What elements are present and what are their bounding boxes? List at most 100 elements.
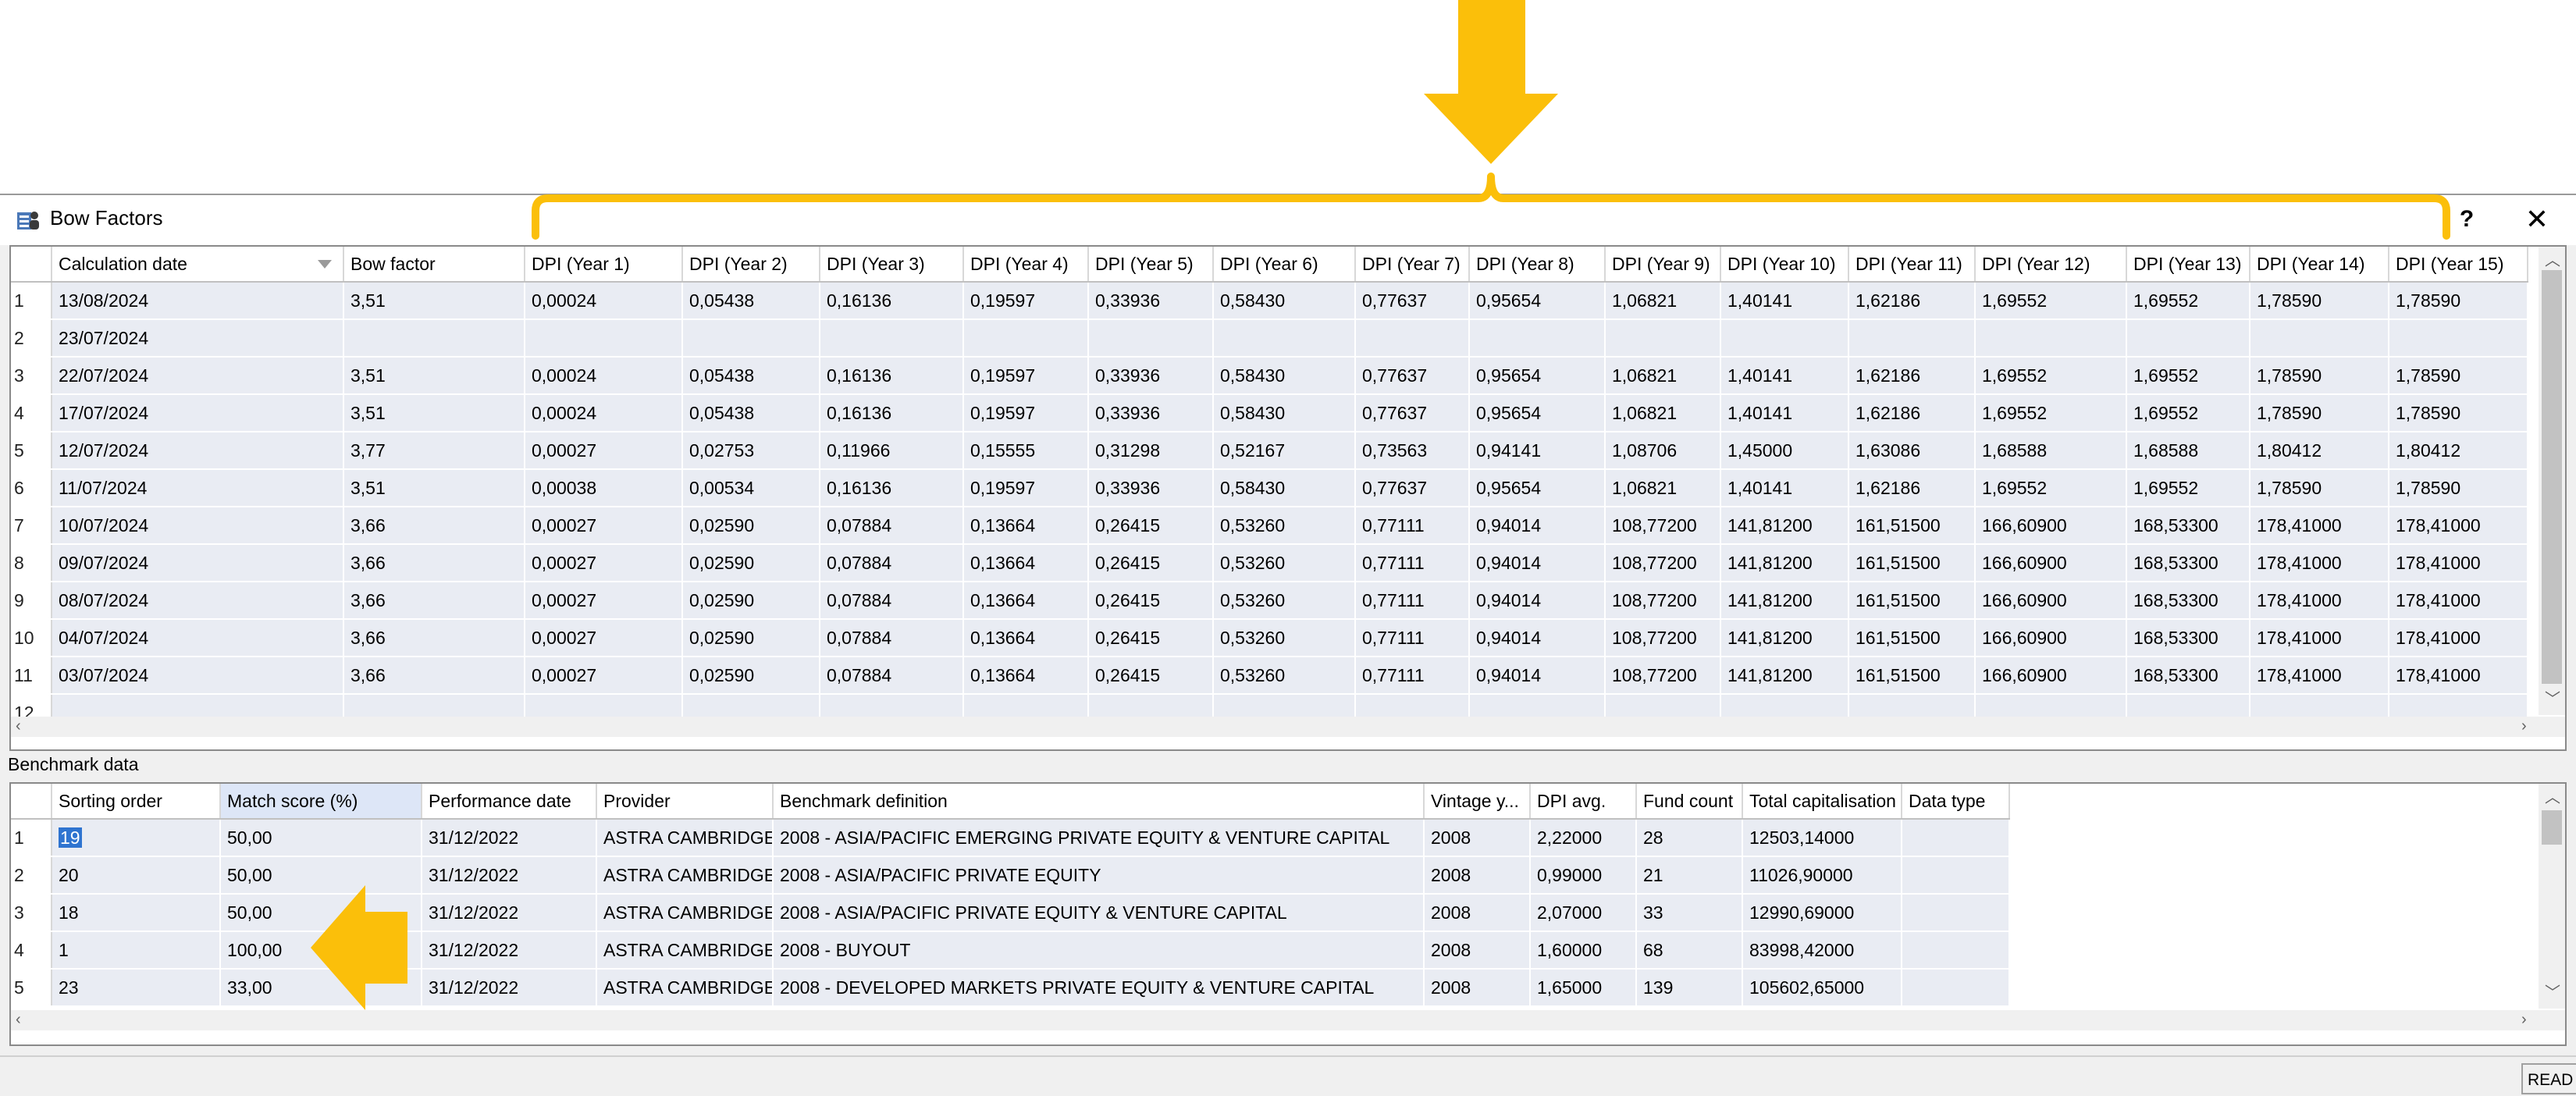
table-cell[interactable]: 178,41000 xyxy=(2389,507,2528,545)
table-cell[interactable]: 0,94014 xyxy=(1469,507,1606,545)
table-cell[interactable]: 0,05438 xyxy=(682,394,820,432)
table-cell[interactable]: 168,53300 xyxy=(2126,507,2250,545)
table-cell[interactable]: 3,66 xyxy=(343,507,525,545)
table-cell[interactable]: 2008 xyxy=(1424,969,1531,1007)
table-cell[interactable]: 0,53260 xyxy=(1213,582,1356,620)
table-cell[interactable]: 0,31298 xyxy=(1088,432,1214,470)
table-cell[interactable]: 0,07884 xyxy=(820,507,964,545)
table-cell[interactable]: 2008 xyxy=(1424,819,1531,857)
table-cell[interactable] xyxy=(2389,319,2528,358)
table-cell[interactable]: 139 xyxy=(1636,969,1743,1007)
table-cell[interactable]: 0,05438 xyxy=(682,282,820,320)
scroll-right-arrow-icon[interactable]: › xyxy=(2521,1012,2527,1027)
row-number[interactable]: 1 xyxy=(11,282,52,320)
table-cell[interactable]: 04/07/2024 xyxy=(52,619,344,657)
table-cell[interactable]: 0,07884 xyxy=(820,544,964,582)
table-cell[interactable]: 20 xyxy=(52,856,221,895)
table-cell[interactable]: 1,40141 xyxy=(1720,282,1849,320)
table-cell[interactable]: 1,06821 xyxy=(1605,282,1721,320)
column-header[interactable]: Provider xyxy=(596,784,774,820)
bow-grid-vertical-scrollbar[interactable]: ︿ ﹀ xyxy=(2539,247,2565,715)
table-cell[interactable]: 1,80412 xyxy=(2250,432,2389,470)
column-header[interactable]: DPI (Year 2) xyxy=(682,247,820,283)
column-header[interactable]: DPI (Year 14) xyxy=(2250,247,2389,283)
table-cell[interactable]: 0,33936 xyxy=(1088,357,1214,395)
table-cell[interactable]: 0,58430 xyxy=(1213,394,1356,432)
row-number[interactable]: 8 xyxy=(11,544,52,582)
row-number[interactable]: 1 xyxy=(11,819,52,857)
table-cell[interactable]: 0,77111 xyxy=(1355,544,1470,582)
table-cell[interactable]: 161,51500 xyxy=(1848,582,1976,620)
table-cell[interactable]: 0,26415 xyxy=(1088,544,1214,582)
table-cell[interactable]: 100,00 xyxy=(220,931,422,970)
table-cell[interactable] xyxy=(2126,319,2250,358)
table-cell[interactable]: 0,53260 xyxy=(1213,544,1356,582)
column-header[interactable]: Data type xyxy=(1902,784,2010,820)
column-header[interactable]: DPI (Year 1) xyxy=(525,247,683,283)
table-cell[interactable]: 31/12/2022 xyxy=(422,969,597,1007)
row-number[interactable]: 2 xyxy=(11,856,52,895)
table-row[interactable]: 10 04/07/2024 3,66 0,00027 0,02590 0,07884 0,1… xyxy=(11,619,2528,657)
table-cell[interactable]: 1,62186 xyxy=(1848,394,1976,432)
column-header[interactable]: DPI (Year 5) xyxy=(1088,247,1214,283)
table-cell[interactable]: 0,19597 xyxy=(963,282,1089,320)
table-cell[interactable]: 105602,65000 xyxy=(1742,969,1902,1007)
column-header[interactable]: DPI (Year 6) xyxy=(1213,247,1356,283)
close-button[interactable]: ✕ xyxy=(2506,200,2568,239)
table-cell[interactable]: 68 xyxy=(1636,931,1743,970)
table-cell[interactable]: 0,13664 xyxy=(963,507,1089,545)
table-cell[interactable]: 1,80412 xyxy=(2389,432,2528,470)
table-cell[interactable]: 12503,14000 xyxy=(1742,819,1902,857)
table-cell[interactable]: 33,00 xyxy=(220,969,422,1007)
table-cell[interactable]: 0,77111 xyxy=(1355,657,1470,695)
table-cell[interactable]: 2008 xyxy=(1424,856,1531,895)
column-header[interactable]: DPI (Year 3) xyxy=(820,247,964,283)
row-number[interactable]: 3 xyxy=(11,894,52,932)
table-cell[interactable]: 0,19597 xyxy=(963,469,1089,507)
table-cell[interactable]: 0,58430 xyxy=(1213,357,1356,395)
row-number[interactable]: 6 xyxy=(11,469,52,507)
table-cell[interactable]: 0,99000 xyxy=(1530,856,1637,895)
table-cell[interactable]: 0,11966 xyxy=(820,432,964,470)
table-cell[interactable]: 166,60900 xyxy=(1975,507,2127,545)
column-header[interactable]: DPI (Year 15) xyxy=(2389,247,2528,283)
table-cell[interactable]: 168,53300 xyxy=(2126,544,2250,582)
table-cell[interactable]: 12/07/2024 xyxy=(52,432,344,470)
table-cell[interactable]: 3,77 xyxy=(343,432,525,470)
table-cell[interactable]: 0,13664 xyxy=(963,657,1089,695)
table-row[interactable]: 4 1 100,00 31/12/2022 ASTRA CAMBRIDGE 2008 - … xyxy=(11,931,2010,970)
table-cell[interactable]: 3,66 xyxy=(343,544,525,582)
table-cell[interactable]: 50,00 xyxy=(220,894,422,932)
table-cell[interactable]: 161,51500 xyxy=(1848,544,1976,582)
table-cell[interactable]: 1,40141 xyxy=(1720,357,1849,395)
table-cell[interactable]: 0,00027 xyxy=(525,432,683,470)
table-cell[interactable]: 0,95654 xyxy=(1469,357,1606,395)
table-cell[interactable]: 0,58430 xyxy=(1213,282,1356,320)
table-cell[interactable] xyxy=(1975,319,2127,358)
table-cell[interactable]: 0,95654 xyxy=(1469,282,1606,320)
table-cell[interactable]: 178,41000 xyxy=(2250,507,2389,545)
column-header[interactable]: DPI avg. xyxy=(1530,784,1637,820)
row-number[interactable]: 3 xyxy=(11,357,52,395)
column-header[interactable]: Calculation date xyxy=(52,247,344,283)
table-cell[interactable]: 1,68588 xyxy=(2126,432,2250,470)
table-cell[interactable]: 1,69552 xyxy=(2126,282,2250,320)
table-cell[interactable] xyxy=(1213,319,1356,358)
table-row[interactable]: 3 22/07/2024 3,51 0,00024 0,05438 0,16136 0,19… xyxy=(11,357,2528,395)
table-cell[interactable]: 31/12/2022 xyxy=(422,894,597,932)
column-header[interactable]: DPI (Year 13) xyxy=(2126,247,2250,283)
table-cell[interactable]: 1,45000 xyxy=(1720,432,1849,470)
table-cell[interactable]: 3,66 xyxy=(343,657,525,695)
table-cell[interactable]: 1,40141 xyxy=(1720,469,1849,507)
table-cell[interactable]: 0,26415 xyxy=(1088,582,1214,620)
table-cell[interactable]: 11/07/2024 xyxy=(52,469,344,507)
table-cell[interactable]: 0,16136 xyxy=(820,469,964,507)
table-row[interactable]: 2 20 50,00 31/12/2022 ASTRA CAMBRIDGE 2008 - … xyxy=(11,856,2010,895)
row-number[interactable]: 5 xyxy=(11,432,52,470)
table-cell[interactable]: 0,02590 xyxy=(682,507,820,545)
table-cell[interactable]: 3,66 xyxy=(343,582,525,620)
table-cell[interactable]: 1,69552 xyxy=(2126,394,2250,432)
table-cell[interactable]: 31/12/2022 xyxy=(422,856,597,895)
table-cell[interactable]: 0,94014 xyxy=(1469,582,1606,620)
table-cell[interactable]: 1,78590 xyxy=(2250,469,2389,507)
